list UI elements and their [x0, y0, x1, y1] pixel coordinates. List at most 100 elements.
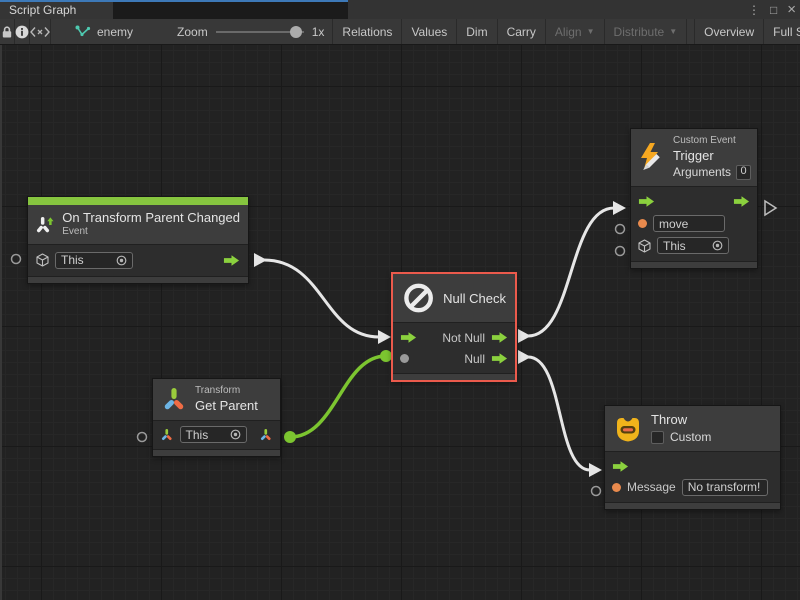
value-input-port[interactable]: [592, 487, 601, 496]
distribute-label: Distribute: [614, 25, 665, 39]
transform-value-port[interactable]: [160, 427, 174, 443]
value-input-port[interactable]: [12, 255, 21, 264]
carry-button[interactable]: Carry: [498, 19, 546, 44]
node-get-parent[interactable]: Transform Get Parent This: [152, 378, 281, 457]
info-button[interactable]: [15, 19, 30, 44]
control-output-arrow-icon[interactable]: [491, 331, 508, 344]
control-output-arrow-icon[interactable]: [491, 352, 508, 365]
target-field[interactable]: This: [55, 252, 133, 269]
null-port-label: Null: [464, 352, 485, 366]
target-field[interactable]: This: [657, 237, 729, 254]
control-input-arrow-icon[interactable]: [612, 460, 629, 473]
value-input-port[interactable]: [616, 225, 625, 234]
node-custom-event-trigger[interactable]: Custom Event Trigger Arguments 0: [630, 128, 758, 269]
custom-checkbox[interactable]: [651, 431, 664, 444]
message-port-label: Message: [627, 480, 676, 494]
arguments-label: Arguments: [673, 165, 731, 180]
wire-getparent-to-nullcheck: [290, 356, 386, 437]
graph-breadcrumb[interactable]: enemy: [65, 19, 143, 44]
value-input-port[interactable]: [138, 433, 147, 442]
node-title: Throw: [651, 412, 711, 428]
string-value-port[interactable]: [612, 483, 621, 492]
values-button[interactable]: Values: [402, 19, 457, 44]
node-title: On Transform Parent Changed: [62, 210, 240, 226]
node-title: Null Check: [443, 291, 506, 306]
control-output-port[interactable]: [254, 253, 267, 267]
control-output-port[interactable]: [518, 350, 531, 364]
wire-notnull-to-trigger: [528, 208, 614, 336]
message-value: No transform!: [688, 480, 761, 494]
zoom-slider-handle[interactable]: [290, 26, 302, 38]
message-field[interactable]: No transform!: [682, 479, 768, 496]
chevron-down-icon: ▼: [587, 27, 595, 36]
event-name-field[interactable]: move: [653, 215, 725, 232]
event-name-value: move: [659, 217, 688, 231]
tab-strip: Script Graph: [0, 0, 348, 19]
not-null-port-label: Not Null: [442, 331, 485, 345]
value-input-port[interactable]: [616, 247, 625, 256]
graph-icon: [75, 25, 91, 38]
transform-event-icon: [36, 211, 54, 237]
control-output-arrow-icon[interactable]: [223, 254, 240, 267]
target-value: This: [663, 239, 686, 253]
string-value-port[interactable]: [638, 219, 647, 228]
wire-null-to-throw: [528, 357, 590, 470]
transform-value-port[interactable]: [259, 427, 273, 443]
align-label: Align: [555, 25, 582, 39]
custom-checkbox-label: Custom: [670, 430, 711, 445]
object-picker-icon[interactable]: [712, 240, 723, 251]
cube-icon: [36, 253, 49, 267]
node-category: Custom Event: [673, 135, 751, 148]
control-input-port[interactable]: [613, 201, 626, 215]
control-output-port[interactable]: [765, 201, 776, 215]
graph-toolbar: enemy Zoom 1x Relations Values Dim Carry…: [0, 19, 800, 45]
node-title: Trigger: [673, 148, 751, 164]
edit-code-button[interactable]: [30, 19, 51, 44]
node-null-check[interactable]: Null Check Not Null Null: [391, 272, 517, 382]
fullscreen-button[interactable]: Full Screen: [764, 19, 800, 44]
object-picker-icon[interactable]: [230, 429, 241, 440]
graph-canvas[interactable]: On Transform Parent Changed Event This: [0, 45, 800, 600]
value-input-port[interactable]: [400, 354, 409, 363]
target-value: This: [186, 428, 209, 442]
window-controls: ⋮ □ ×: [748, 0, 796, 19]
code-icon: [30, 26, 50, 38]
wire-event-to-nullcheck: [264, 260, 379, 337]
close-icon[interactable]: ×: [787, 1, 796, 18]
tab-script-graph[interactable]: Script Graph: [0, 2, 113, 19]
dim-button[interactable]: Dim: [457, 19, 497, 44]
control-input-arrow-icon[interactable]: [400, 331, 417, 344]
node-throw[interactable]: Throw Custom Message No: [604, 405, 781, 510]
zoom-value: 1x: [312, 25, 325, 39]
lock-button[interactable]: [0, 19, 15, 44]
object-picker-icon[interactable]: [116, 255, 127, 266]
titlebar: Script Graph ⋮ □ ×: [0, 0, 800, 19]
control-input-port[interactable]: [378, 330, 391, 344]
overview-button[interactable]: Overview: [694, 19, 764, 44]
arguments-stepper[interactable]: 0: [736, 165, 751, 180]
control-input-port[interactable]: [589, 463, 602, 477]
menu-icon[interactable]: ⋮: [748, 3, 760, 17]
target-field[interactable]: This: [180, 426, 248, 443]
zoom-slider[interactable]: [216, 26, 304, 38]
align-dropdown[interactable]: Align ▼: [546, 19, 605, 44]
lock-icon: [0, 25, 14, 39]
event-color-bar: [28, 197, 248, 205]
zoom-label: Zoom: [177, 25, 208, 39]
node-on-transform-parent-changed[interactable]: On Transform Parent Changed Event This: [27, 196, 249, 284]
unity-script-graph-window: Script Graph ⋮ □ ×: [0, 0, 800, 600]
maximize-icon[interactable]: □: [770, 3, 777, 17]
distribute-dropdown[interactable]: Distribute ▼: [605, 19, 688, 44]
target-value: This: [61, 253, 84, 267]
control-output-arrow-icon[interactable]: [733, 195, 750, 208]
chevron-down-icon: ▼: [669, 27, 677, 36]
control-output-port[interactable]: [518, 329, 531, 343]
zoom-control: Zoom 1x: [169, 19, 333, 44]
null-check-icon: [402, 281, 435, 315]
node-category: Transform: [195, 385, 258, 398]
value-output-port[interactable]: [284, 431, 296, 443]
info-icon: [15, 25, 29, 39]
control-input-arrow-icon[interactable]: [638, 195, 655, 208]
relations-button[interactable]: Relations: [333, 19, 402, 44]
transform-icon: [161, 386, 187, 413]
